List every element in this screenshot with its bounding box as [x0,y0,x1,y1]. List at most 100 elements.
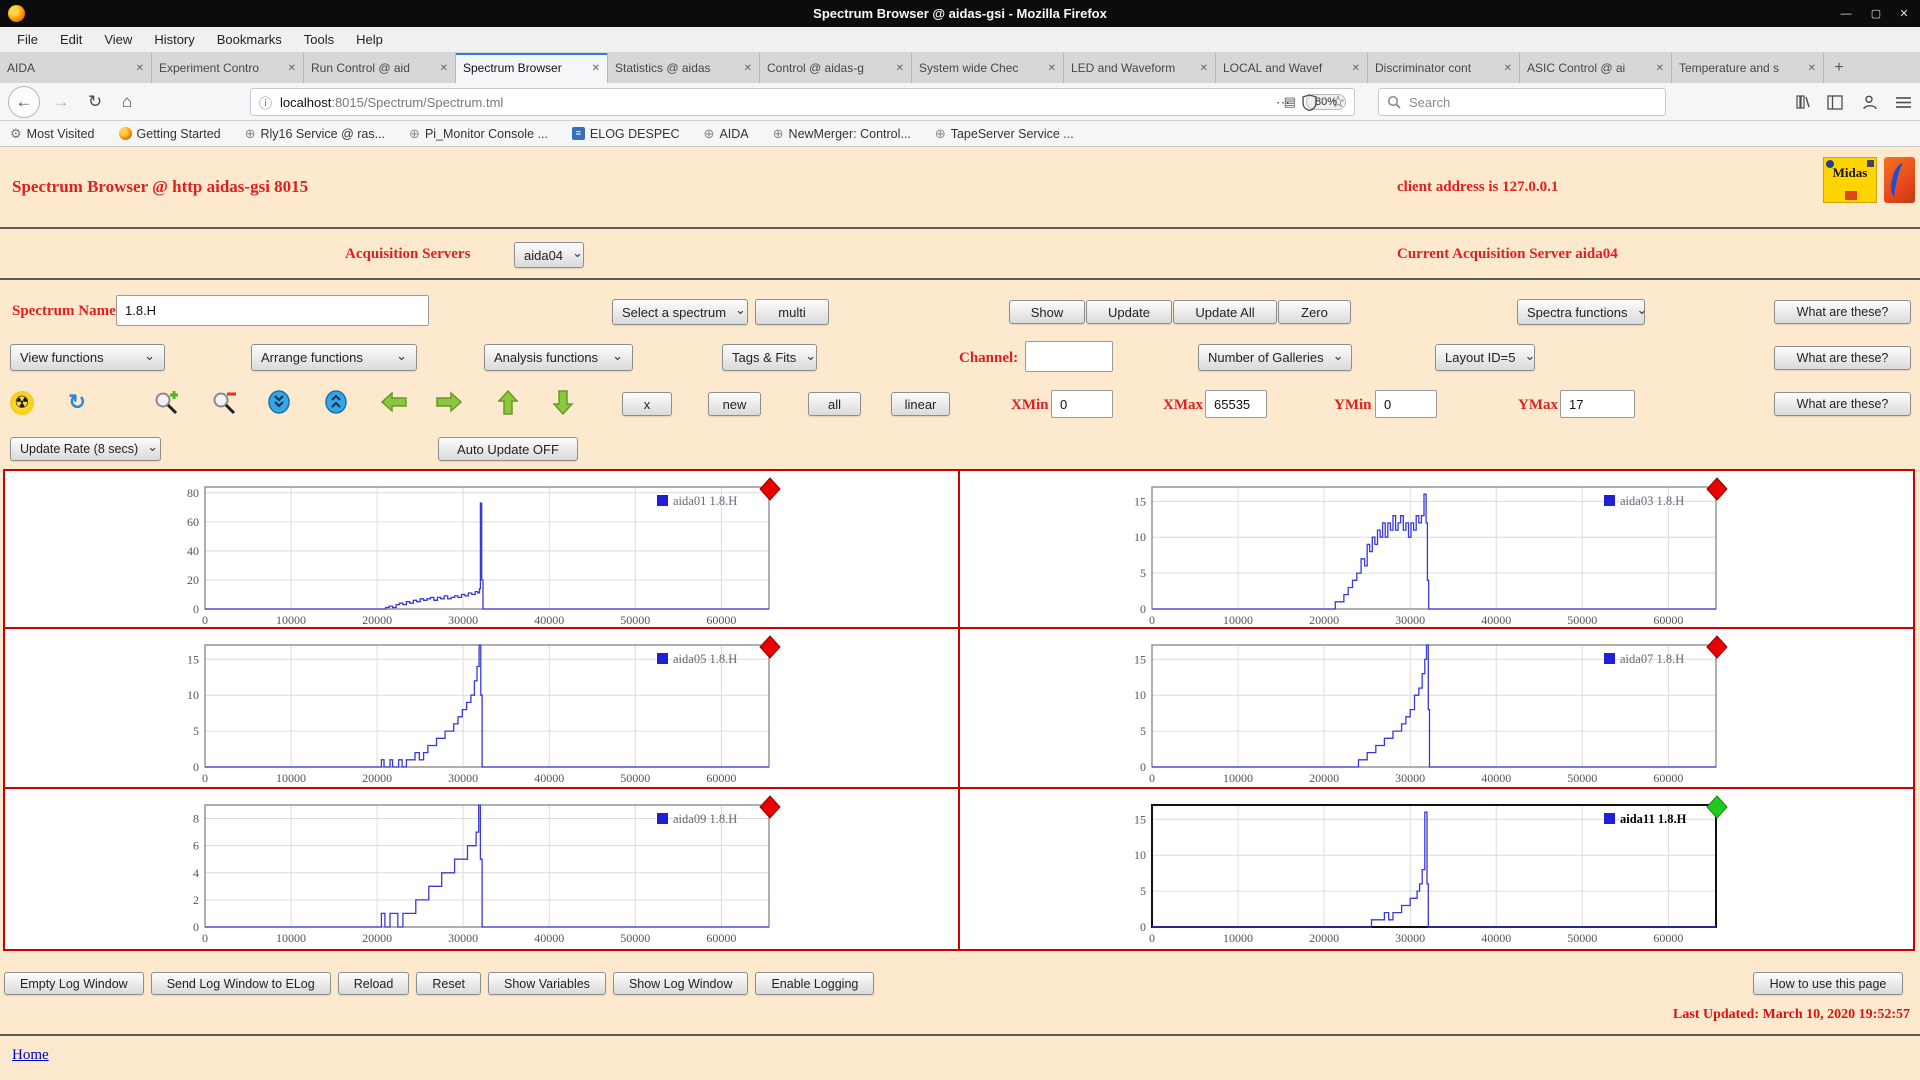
zoom-in-icon[interactable] [153,390,179,416]
bookmark-most-visited[interactable]: ⚙ Most Visited [10,126,95,142]
close-button[interactable]: ✕ [1890,0,1918,27]
bookmark-pi-monitor-console-[interactable]: ⊕ Pi_Monitor Console ... [409,126,548,142]
reload-button[interactable]: Reload [337,972,410,995]
ymin-input[interactable] [1375,390,1437,418]
url-bar[interactable]: ⓘ localhost :8015/Spectrum/Spectrum.tml … [250,88,1355,116]
menu-help[interactable]: Help [345,27,394,53]
tab-discriminator-cont[interactable]: Discriminator cont ✕ [1368,53,1520,83]
xmax-input[interactable] [1205,390,1267,418]
back-icon[interactable]: ← [8,86,40,118]
search-bar[interactable]: Search [1378,88,1666,116]
expand-vertical-icon[interactable] [324,390,350,416]
page-actions-icon[interactable]: ⋯ [1272,83,1294,121]
tab-close-icon[interactable]: ✕ [1808,63,1816,74]
spectrum-panel-aida09[interactable]: 0 10000 20000 30000 40000 50000 60000 0 2 4 6 8 aida… [5,789,958,949]
refresh-icon[interactable]: ↻ [64,390,90,416]
update-button[interactable]: Update [1086,300,1172,324]
selection-diamond-icon[interactable] [1706,635,1728,659]
arrow-right-icon[interactable] [435,391,463,417]
tab-system-wide-chec[interactable]: System wide Chec ✕ [912,53,1064,83]
spectrum-panel-aida01[interactable]: 0 10000 20000 30000 40000 50000 60000 0 20 40 60 80… [5,471,958,627]
xmin-input[interactable] [1051,390,1113,418]
ymax-input[interactable] [1560,390,1635,418]
tab-run-control-aid[interactable]: Run Control @ aid ✕ [304,53,456,83]
tab-aida[interactable]: AIDA ✕ [0,53,152,83]
how-to-use-button[interactable]: How to use this page [1753,972,1903,995]
tab-spectrum-browser[interactable]: Spectrum Browser ✕ [456,53,608,83]
arrow-up-icon[interactable] [497,389,523,415]
tab-close-icon[interactable]: ✕ [1200,63,1208,74]
tab-close-icon[interactable]: ✕ [136,63,144,74]
tab-close-icon[interactable]: ✕ [744,63,752,74]
selection-diamond-icon[interactable] [759,477,781,501]
select-spectrum-dropdown[interactable]: Select a spectrum [612,299,748,325]
bookmark-star-icon[interactable]: ☆ [1326,83,1350,121]
send-log-window-to-elog-button[interactable]: Send Log Window to ELog [150,972,331,995]
all-button[interactable]: all [808,392,861,416]
bookmark-getting-started[interactable]: Getting Started [118,127,221,141]
radiation-icon[interactable]: ☢ [10,391,34,415]
tab-close-icon[interactable]: ✕ [896,63,904,74]
linear-button[interactable]: linear [891,392,950,416]
collapse-vertical-icon[interactable] [267,390,293,416]
menu-bookmarks[interactable]: Bookmarks [206,27,293,53]
spectrum-panel-aida11[interactable]: 0 10000 20000 30000 40000 50000 60000 0 5 10 15 aid… [960,789,1913,949]
what-are-these-button-2[interactable]: What are these? [1774,346,1911,370]
menu-tools[interactable]: Tools [293,27,345,53]
tab-statistics-aidas[interactable]: Statistics @ aidas ✕ [608,53,760,83]
site-info-icon[interactable]: ⓘ [259,93,272,112]
bookmark-rly16-service-ras-[interactable]: ⊕ Rly16 Service @ ras... [245,126,385,142]
show-variables-button[interactable]: Show Variables [488,972,606,995]
bookmark-elog-despec[interactable]: ≡ ELOG DESPEC [571,127,680,141]
what-are-these-button-1[interactable]: What are these? [1774,300,1911,324]
layout-id-dropdown[interactable]: Layout ID=5 [1435,344,1535,371]
show-button[interactable]: Show [1009,300,1085,324]
acquisition-server-select[interactable]: aida04 [514,242,584,268]
empty-log-window-button[interactable]: Empty Log Window [4,972,144,995]
show-log-window-button[interactable]: Show Log Window [612,972,749,995]
tab-experiment-contro[interactable]: Experiment Contro ✕ [152,53,304,83]
arrow-left-icon[interactable] [380,391,407,417]
home-link[interactable]: Home [12,1047,49,1064]
tab-close-icon[interactable]: ✕ [592,63,600,74]
tab-asic-control-ai[interactable]: ASIC Control @ ai ✕ [1520,53,1672,83]
hamburger-menu-icon[interactable] [1890,83,1916,121]
reload-icon[interactable]: ↻ [82,83,108,121]
multi-button[interactable]: multi [755,299,829,325]
menu-history[interactable]: History [143,27,205,53]
tab-close-icon[interactable]: ✕ [1048,63,1056,74]
selection-diamond-icon[interactable] [759,635,781,659]
tab-close-icon[interactable]: ✕ [1352,63,1360,74]
zero-button[interactable]: Zero [1278,300,1351,324]
selection-diamond-icon[interactable] [1706,477,1728,501]
update-rate-dropdown[interactable]: Update Rate (8 secs) [10,437,161,461]
auto-update-button[interactable]: Auto Update OFF [438,437,578,461]
bookmark-aida[interactable]: ⊕ AIDA [704,126,749,142]
forward-icon[interactable]: → [48,83,74,121]
enable-logging-button[interactable]: Enable Logging [755,972,875,995]
x-axis-button[interactable]: x [622,392,672,416]
menu-view[interactable]: View [93,27,143,53]
analysis-functions-dropdown[interactable]: Analysis functions [484,344,633,371]
update-all-button[interactable]: Update All [1173,300,1277,324]
minimize-button[interactable]: — [1832,0,1860,27]
menu-edit[interactable]: Edit [49,27,93,53]
bookmark-newmerger-control-[interactable]: ⊕ NewMerger: Control... [773,126,911,142]
tab-close-icon[interactable]: ✕ [440,63,448,74]
pocket-shield-icon[interactable] [1298,83,1320,121]
what-are-these-button-3[interactable]: What are these? [1774,392,1911,416]
home-icon[interactable]: ⌂ [114,83,140,121]
library-icon[interactable] [1790,83,1816,121]
arrange-functions-dropdown[interactable]: Arrange functions [251,344,417,371]
spectra-functions-dropdown[interactable]: Spectra functions [1517,299,1645,325]
tags-fits-dropdown[interactable]: Tags & Fits [722,344,817,371]
number-of-galleries-dropdown[interactable]: Number of Galleries [1198,344,1352,371]
reset-button[interactable]: Reset [416,972,481,995]
new-tab-button[interactable]: + [1824,53,1854,83]
tab-close-icon[interactable]: ✕ [1504,63,1512,74]
account-icon[interactable] [1856,83,1882,121]
tab-led-and-waveform[interactable]: LED and Waveform ✕ [1064,53,1216,83]
spectrum-name-input[interactable] [116,295,429,326]
selection-diamond-icon[interactable] [1706,795,1728,819]
zoom-out-icon[interactable] [211,390,237,416]
